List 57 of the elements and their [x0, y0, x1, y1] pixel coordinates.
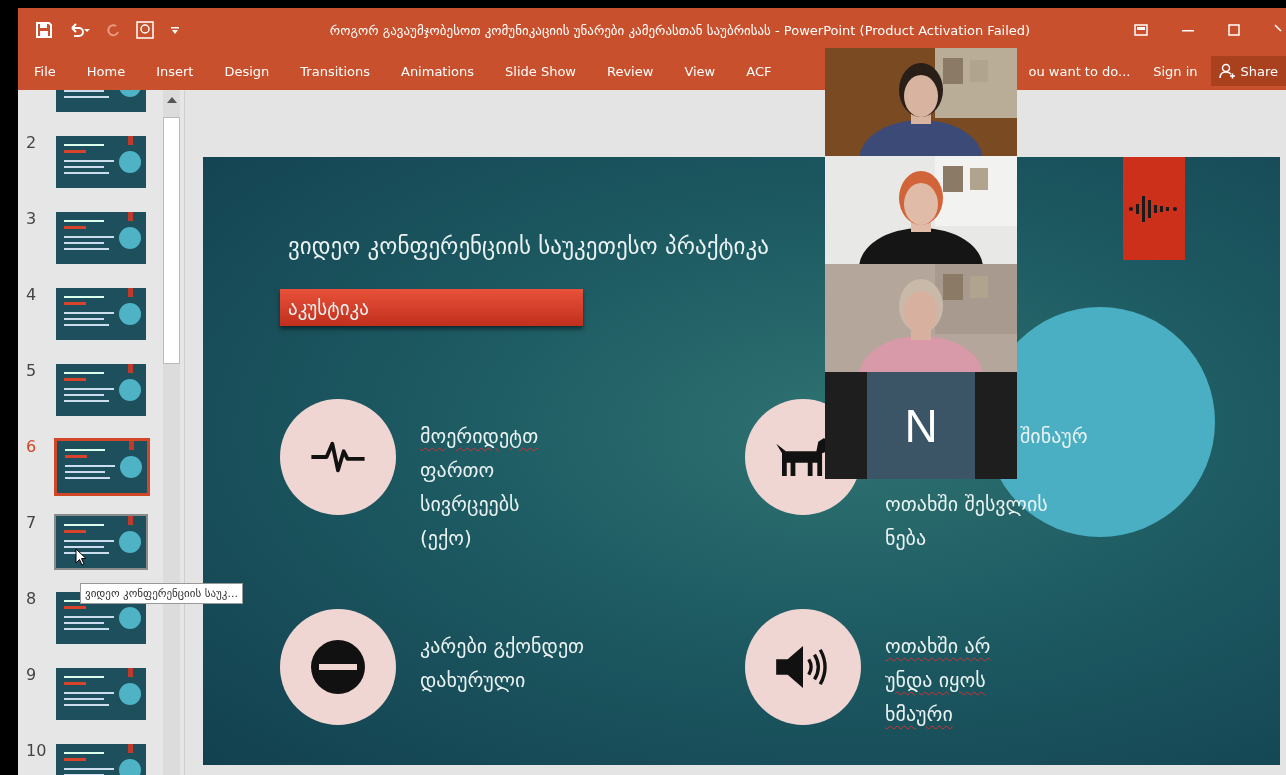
- ribbon-tab[interactable]: File: [24, 59, 66, 83]
- bullet-text-line: შინაურ: [1020, 423, 1088, 450]
- slide-number: 9: [25, 666, 38, 684]
- ribbon-options-icon[interactable]: [1134, 24, 1148, 36]
- slide-number: 4: [25, 286, 38, 304]
- tooltip: ვიდეო კონფერენციის საუკ...: [80, 583, 243, 604]
- ribbon-tab[interactable]: View: [674, 59, 726, 83]
- window-title: როგორ გავაუმჯობესოთ კომუნიკაციის უნარები კამერასთან საუბრისას - PowerPoint (Product Activation Failed): [328, 22, 1032, 38]
- slide-thumbnail[interactable]: [54, 514, 148, 570]
- bullet-text-line: კარები გქონდეთ: [420, 633, 585, 660]
- save-icon[interactable]: [36, 22, 52, 38]
- scroll-up-icon[interactable]: [166, 96, 177, 103]
- customize-icon[interactable]: [170, 25, 180, 35]
- ribbon-tab[interactable]: Transitions: [290, 59, 380, 83]
- waveform-icon: [1129, 193, 1179, 224]
- bullet-text-line: ნება: [885, 525, 928, 552]
- ribbon-tab[interactable]: Design: [214, 59, 280, 83]
- slide-number: 3: [25, 210, 38, 228]
- tell-me-field[interactable]: ou want to do...: [1028, 63, 1131, 79]
- touch-mode-icon[interactable]: [136, 21, 154, 39]
- slide-thumbnail[interactable]: [54, 666, 148, 722]
- share-button[interactable]: Share: [1211, 56, 1286, 86]
- bullet-text-line: სივრცეებს: [420, 491, 521, 518]
- slide-number: 6: [25, 438, 38, 456]
- bullet-text-line: დახურული: [420, 667, 527, 694]
- ribbon-tab[interactable]: Slide Show: [495, 59, 586, 83]
- bullet-text-line: ოთახში შესვლის: [885, 491, 1049, 518]
- slide-thumbnail[interactable]: [54, 362, 148, 418]
- bullet-text-line: ხმაური: [885, 701, 954, 728]
- cursor-icon: [75, 548, 87, 566]
- slide-number: 8: [25, 590, 38, 608]
- person-add-icon: [1219, 63, 1236, 79]
- slide-number: 10: [25, 742, 48, 760]
- section-banner: აკუსტიკა: [280, 289, 583, 326]
- sign-in-link[interactable]: Sign in: [1153, 63, 1198, 79]
- slide-number: 5: [25, 362, 38, 380]
- ribbon-tab[interactable]: Insert: [146, 59, 204, 83]
- bullet-text-line: უნდა იყოს: [885, 667, 987, 694]
- slide-number: 7: [25, 514, 38, 532]
- bullet-text-line: (ექო): [420, 525, 473, 552]
- undo-icon[interactable]: [68, 22, 90, 38]
- ribbon-tab[interactable]: Review: [597, 59, 664, 83]
- no-entry-icon: [310, 639, 366, 695]
- slide-thumbnail[interactable]: [54, 210, 148, 266]
- bullet-text-line: მოერიდეტთ: [420, 423, 539, 450]
- slide-thumbnail[interactable]: [54, 134, 148, 190]
- ribbon-tab[interactable]: ACF: [736, 59, 782, 83]
- bullet-text-line: ფართო: [420, 457, 496, 484]
- bullet-text-line: ოთახში არ: [885, 633, 991, 660]
- slide-thumbnail[interactable]: [54, 286, 148, 342]
- participant-avatar: N: [867, 372, 975, 479]
- slide-number: 2: [25, 134, 38, 152]
- ribbon-tab[interactable]: Home: [76, 59, 136, 83]
- slide-title: ვიდეო კონფერენციის საუკეთესო პრაქტიკა: [288, 233, 770, 259]
- slide-thumbnail[interactable]: [54, 438, 150, 496]
- maximize-icon[interactable]: [1228, 24, 1240, 36]
- ribbon-tab[interactable]: Animations: [391, 59, 485, 83]
